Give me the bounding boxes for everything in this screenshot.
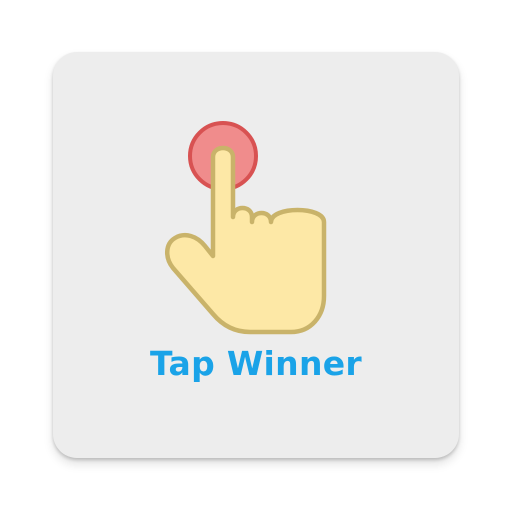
app-name-label: Tap Winner [150,344,362,383]
launcher-canvas: Tap Winner [0,0,512,512]
app-icon-tile[interactable]: Tap Winner [53,52,459,458]
tap-finger-icon [165,121,327,335]
